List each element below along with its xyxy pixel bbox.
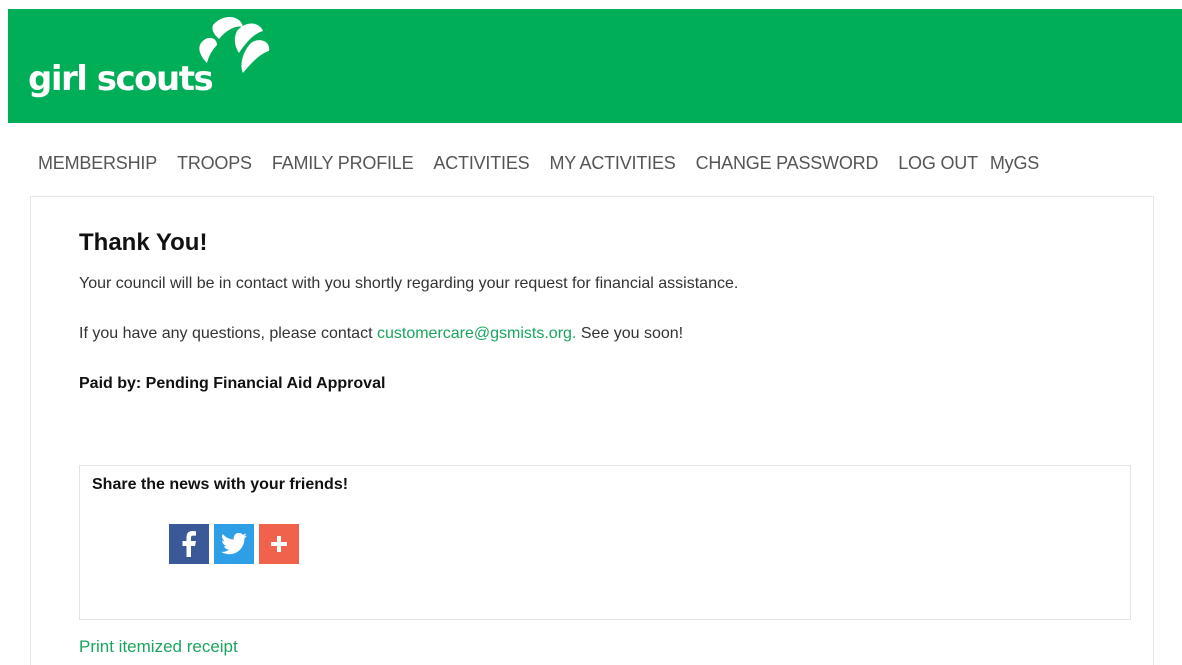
paid-by-status: Paid by: Pending Financial Aid Approval (79, 375, 386, 392)
contact-prefix: If you have any questions, please contac… (79, 325, 377, 342)
twitter-icon (221, 533, 247, 555)
nav-troops[interactable]: TROOPS (177, 153, 252, 177)
site-header: girl scouts (8, 9, 1182, 123)
more-share-button[interactable] (259, 524, 299, 564)
social-buttons (169, 524, 299, 564)
share-title: Share the news with your friends! (92, 476, 349, 493)
nav-activities[interactable]: ACTIVITIES (433, 153, 529, 177)
nav-change-password[interactable]: CHANGE PASSWORD (696, 153, 879, 177)
print-receipt-link[interactable]: Print itemized receipt (79, 637, 238, 657)
plus-icon (271, 536, 287, 552)
twitter-share-button[interactable] (214, 524, 254, 564)
facebook-icon (182, 531, 196, 557)
nav-membership[interactable]: MEMBERSHIP (38, 153, 157, 177)
nav-family-profile[interactable]: FAMILY PROFILE (272, 153, 414, 177)
facebook-share-button[interactable] (169, 524, 209, 564)
nav-mygs[interactable]: MyGS (990, 153, 1039, 177)
page-title: Thank You! (79, 229, 208, 256)
main-nav: MEMBERSHIP TROOPS FAMILY PROFILE ACTIVIT… (38, 153, 1039, 177)
logo-wordmark[interactable]: girl scouts (28, 59, 214, 99)
contact-suffix: See you soon! (576, 325, 684, 342)
confirmation-panel: Thank You! Your council will be in conta… (30, 196, 1154, 665)
nav-my-activities[interactable]: MY ACTIVITIES (549, 153, 675, 177)
questions-message: If you have any questions, please contac… (79, 325, 683, 343)
share-box: Share the news with your friends! (79, 465, 1131, 620)
nav-log-out[interactable]: LOG OUT (898, 153, 978, 177)
customer-care-email-link[interactable]: customercare@gsmists.org. (377, 325, 576, 342)
council-contact-message: Your council will be in contact with you… (79, 275, 739, 292)
